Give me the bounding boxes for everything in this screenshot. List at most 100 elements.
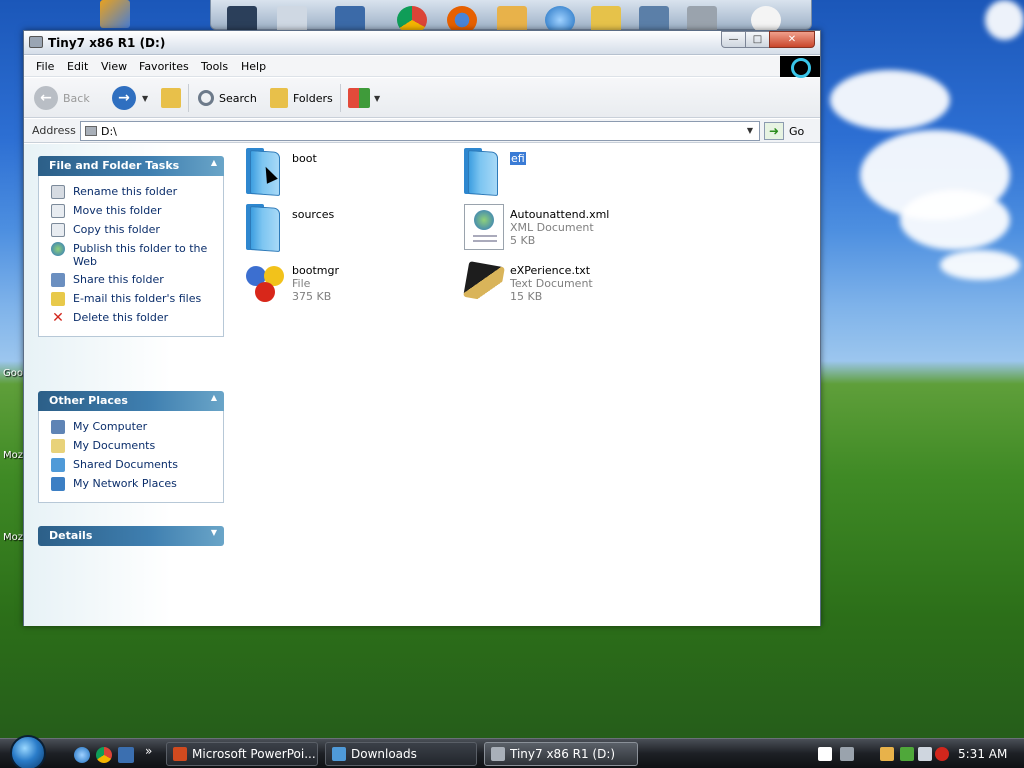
search-button[interactable]: Search: [198, 85, 257, 111]
my-computer-link[interactable]: My Computer: [39, 418, 223, 437]
desktop-icon-label[interactable]: Goo: [3, 368, 23, 379]
link-label: Rename this folder: [73, 185, 178, 198]
link-label: Copy this folder: [73, 223, 160, 236]
volume-tray-icon[interactable]: [918, 747, 932, 761]
back-button[interactable]: ← Back: [34, 85, 90, 111]
network-tray-icon[interactable]: [880, 747, 894, 761]
email-files-link[interactable]: E-mail this folder's files: [39, 290, 223, 309]
link-label: My Documents: [73, 439, 156, 452]
desktop-icon-label[interactable]: Moz: [3, 532, 23, 543]
documents-icon: [51, 439, 65, 453]
sync-tray-icon[interactable]: [900, 747, 914, 761]
menu-view[interactable]: View: [101, 60, 127, 73]
forward-dropdown-icon[interactable]: ▼: [142, 94, 148, 103]
help-icon[interactable]: [818, 747, 832, 761]
panel-body: Rename this folder Move this folder Copy…: [38, 176, 224, 337]
folder-icon: [462, 148, 508, 197]
my-documents-link[interactable]: My Documents: [39, 437, 223, 456]
taskbar-button-tiny7[interactable]: Tiny7 x86 R1 (D:): [484, 742, 638, 766]
computer-icon: [51, 420, 65, 434]
file-folder-tasks-header[interactable]: File and Folder Tasks ▲: [38, 156, 224, 176]
chrome-icon[interactable]: [96, 747, 112, 763]
ie-icon[interactable]: [74, 747, 90, 763]
security-alert-icon[interactable]: [935, 747, 949, 761]
file-item-bootmgr[interactable]: bootmgr File 375 KB: [244, 260, 454, 312]
collapse-chevron-icon[interactable]: ▲: [211, 158, 217, 167]
move-folder-link[interactable]: Move this folder: [39, 202, 223, 221]
up-folder-button[interactable]: [161, 85, 181, 111]
folders-button[interactable]: Folders: [270, 85, 333, 111]
system-file-icon: [244, 260, 290, 308]
other-places-panel: Other Places ▲ My Computer My Documents …: [38, 391, 224, 503]
desktop-shortcut-icon[interactable]: [100, 0, 130, 28]
forward-button[interactable]: → ▼: [112, 85, 148, 111]
address-value: D:\: [101, 125, 117, 138]
start-button[interactable]: [10, 735, 46, 768]
share-folder-link[interactable]: Share this folder: [39, 271, 223, 290]
file-name: eXPerience.txt: [510, 264, 591, 277]
delete-folder-link[interactable]: ✕ Delete this folder: [39, 309, 223, 328]
link-label: My Computer: [73, 420, 148, 433]
maximize-button[interactable]: □: [745, 31, 770, 48]
copy-folder-link[interactable]: Copy this folder: [39, 221, 223, 240]
windows-throbber-icon: [780, 56, 820, 78]
link-label: My Network Places: [73, 477, 177, 490]
taskbar-button-powerpoint[interactable]: Microsoft PowerPoi...: [166, 742, 318, 766]
toolbar-separator: [188, 84, 189, 112]
menu-favorites[interactable]: Favorites: [139, 60, 189, 73]
panel-title: Details: [49, 529, 93, 542]
address-input[interactable]: D:\ ▼: [80, 121, 760, 141]
file-size: 15 KB: [510, 290, 543, 303]
move-icon: [51, 204, 65, 218]
file-size: 5 KB: [510, 234, 536, 247]
collapse-chevron-icon[interactable]: ▲: [211, 393, 217, 402]
folder-icon: [332, 747, 346, 761]
close-button[interactable]: ✕: [769, 31, 815, 48]
go-arrow-icon: ➜: [764, 122, 784, 140]
up-folder-icon: [161, 88, 181, 108]
drive-icon: [85, 126, 97, 136]
details-panel: Details ▼: [38, 526, 224, 546]
xml-document-icon: [464, 204, 504, 250]
toolbar: ← Back → ▼ Search Folders ▼: [24, 78, 820, 118]
rename-folder-link[interactable]: Rename this folder: [39, 183, 223, 202]
clock[interactable]: 5:31 AM: [958, 747, 1007, 761]
file-item-autounattend[interactable]: Autounattend.xml XML Document 5 KB: [462, 204, 672, 256]
views-button[interactable]: ▼: [348, 85, 380, 111]
go-button[interactable]: ➜ Go: [764, 122, 804, 140]
menu-tools[interactable]: Tools: [201, 60, 228, 73]
title-bar[interactable]: Tiny7 x86 R1 (D:) — □ ✕: [24, 31, 820, 55]
copy-icon: [51, 223, 65, 237]
file-size: 375 KB: [292, 290, 332, 303]
minimize-button[interactable]: —: [721, 31, 746, 48]
show-desktop-icon[interactable]: [118, 747, 134, 763]
powerpoint-icon: [173, 747, 187, 761]
menu-help[interactable]: Help: [241, 60, 266, 73]
other-places-header[interactable]: Other Places ▲: [38, 391, 224, 411]
publish-folder-link[interactable]: Publish this folder to the Web: [39, 240, 223, 271]
desktop-icon-label[interactable]: Moz: [3, 450, 23, 461]
views-icon: [348, 88, 370, 108]
taskbar-button-downloads[interactable]: Downloads: [325, 742, 477, 766]
menu-file[interactable]: File: [36, 60, 54, 73]
folders-icon: [270, 88, 288, 108]
link-label: Publish this folder to the Web: [73, 242, 208, 268]
shared-documents-link[interactable]: Shared Documents: [39, 456, 223, 475]
expand-chevron-icon[interactable]: ▼: [211, 528, 217, 537]
search-icon: [198, 90, 214, 106]
details-header[interactable]: Details ▼: [38, 526, 224, 546]
my-network-places-link[interactable]: My Network Places: [39, 475, 223, 494]
panel-body: My Computer My Documents Shared Document…: [38, 411, 224, 503]
panel-title: File and Folder Tasks: [49, 159, 180, 172]
menu-edit[interactable]: Edit: [67, 60, 88, 73]
file-item-sources[interactable]: sources: [244, 204, 454, 256]
address-dropdown-icon[interactable]: ▼: [743, 124, 757, 138]
address-label: Address: [32, 124, 76, 137]
file-item-efi[interactable]: efi: [462, 148, 672, 200]
taskbar: » Microsoft PowerPoi... Downloads Tiny7 …: [0, 735, 1024, 768]
file-item-experience[interactable]: eXPerience.txt Text Document 15 KB: [462, 260, 672, 312]
quicklaunch-overflow-icon[interactable]: »: [145, 744, 152, 758]
language-icon[interactable]: [840, 747, 854, 761]
views-dropdown-icon[interactable]: ▼: [374, 94, 380, 103]
folder-icon: [244, 204, 290, 253]
